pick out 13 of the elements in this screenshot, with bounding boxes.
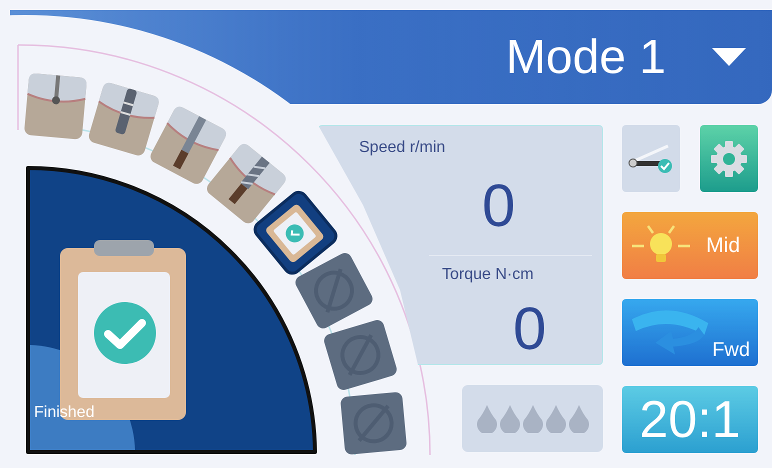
torque-value: 0	[513, 298, 548, 360]
speed-label: Speed r/min	[359, 139, 446, 157]
mode-dropdown[interactable]: Mode 1	[506, 30, 746, 84]
ratio-button[interactable]: 20:1	[622, 386, 758, 453]
light-button[interactable]: Mid	[622, 212, 758, 279]
handpiece-check-icon	[628, 144, 674, 174]
torque-label: Torque N·cm	[442, 266, 535, 284]
settings-icon	[710, 140, 748, 178]
drill-step-tile[interactable]	[24, 72, 88, 140]
calibrate-button[interactable]	[622, 125, 680, 192]
direction-button[interactable]: Fwd	[622, 299, 758, 366]
speed-value: 0	[482, 175, 516, 237]
caret-icon	[712, 48, 746, 66]
